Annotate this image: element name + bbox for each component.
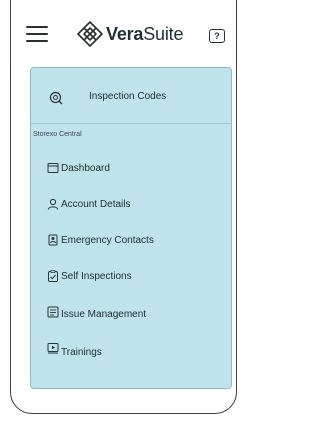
issue-list-icon bbox=[47, 306, 59, 318]
menu-item-emergency-contacts[interactable]: Emergency Contacts bbox=[47, 234, 154, 246]
contact-card-icon bbox=[48, 234, 58, 246]
inspection-codes-button[interactable]: Inspection Codes bbox=[31, 68, 231, 124]
menu-item-label: Account Details bbox=[61, 198, 131, 210]
app-header: VeraSuite ? bbox=[10, 0, 237, 62]
menu-item-account-details[interactable]: Account Details bbox=[47, 198, 130, 210]
search-icon bbox=[49, 91, 63, 105]
app-logo[interactable]: VeraSuite bbox=[76, 20, 183, 48]
menu-item-label: Dashboard bbox=[61, 162, 110, 174]
menu-item-dashboard[interactable]: Dashboard bbox=[47, 162, 110, 174]
inspection-codes-label: Inspection Codes bbox=[89, 91, 167, 102]
user-icon bbox=[47, 198, 59, 210]
diamond-lattice-logo bbox=[77, 21, 103, 47]
window-icon bbox=[47, 163, 59, 173]
hamburger-icon[interactable] bbox=[26, 26, 48, 42]
app-name: VeraSuite bbox=[106, 23, 184, 44]
clipboard-check-icon bbox=[48, 270, 58, 282]
menu-item-trainings[interactable]: Trainings bbox=[47, 342, 102, 358]
menu-item-label: Emergency Contacts bbox=[61, 234, 154, 246]
video-training-icon bbox=[47, 343, 59, 354]
navigation-menu: Inspection Codes Storexo Central Dashboa… bbox=[30, 67, 232, 389]
menu-item-self-inspections[interactable]: Self Inspections bbox=[47, 270, 132, 282]
menu-item-label: Trainings bbox=[61, 346, 102, 358]
menu-item-label: Issue Management bbox=[61, 308, 147, 320]
help-button[interactable]: ? bbox=[209, 29, 225, 43]
menu-item-issue-management[interactable]: Issue Management bbox=[47, 306, 147, 320]
location-section-label: Storexo Central bbox=[33, 131, 82, 138]
menu-item-label: Self Inspections bbox=[61, 270, 132, 282]
